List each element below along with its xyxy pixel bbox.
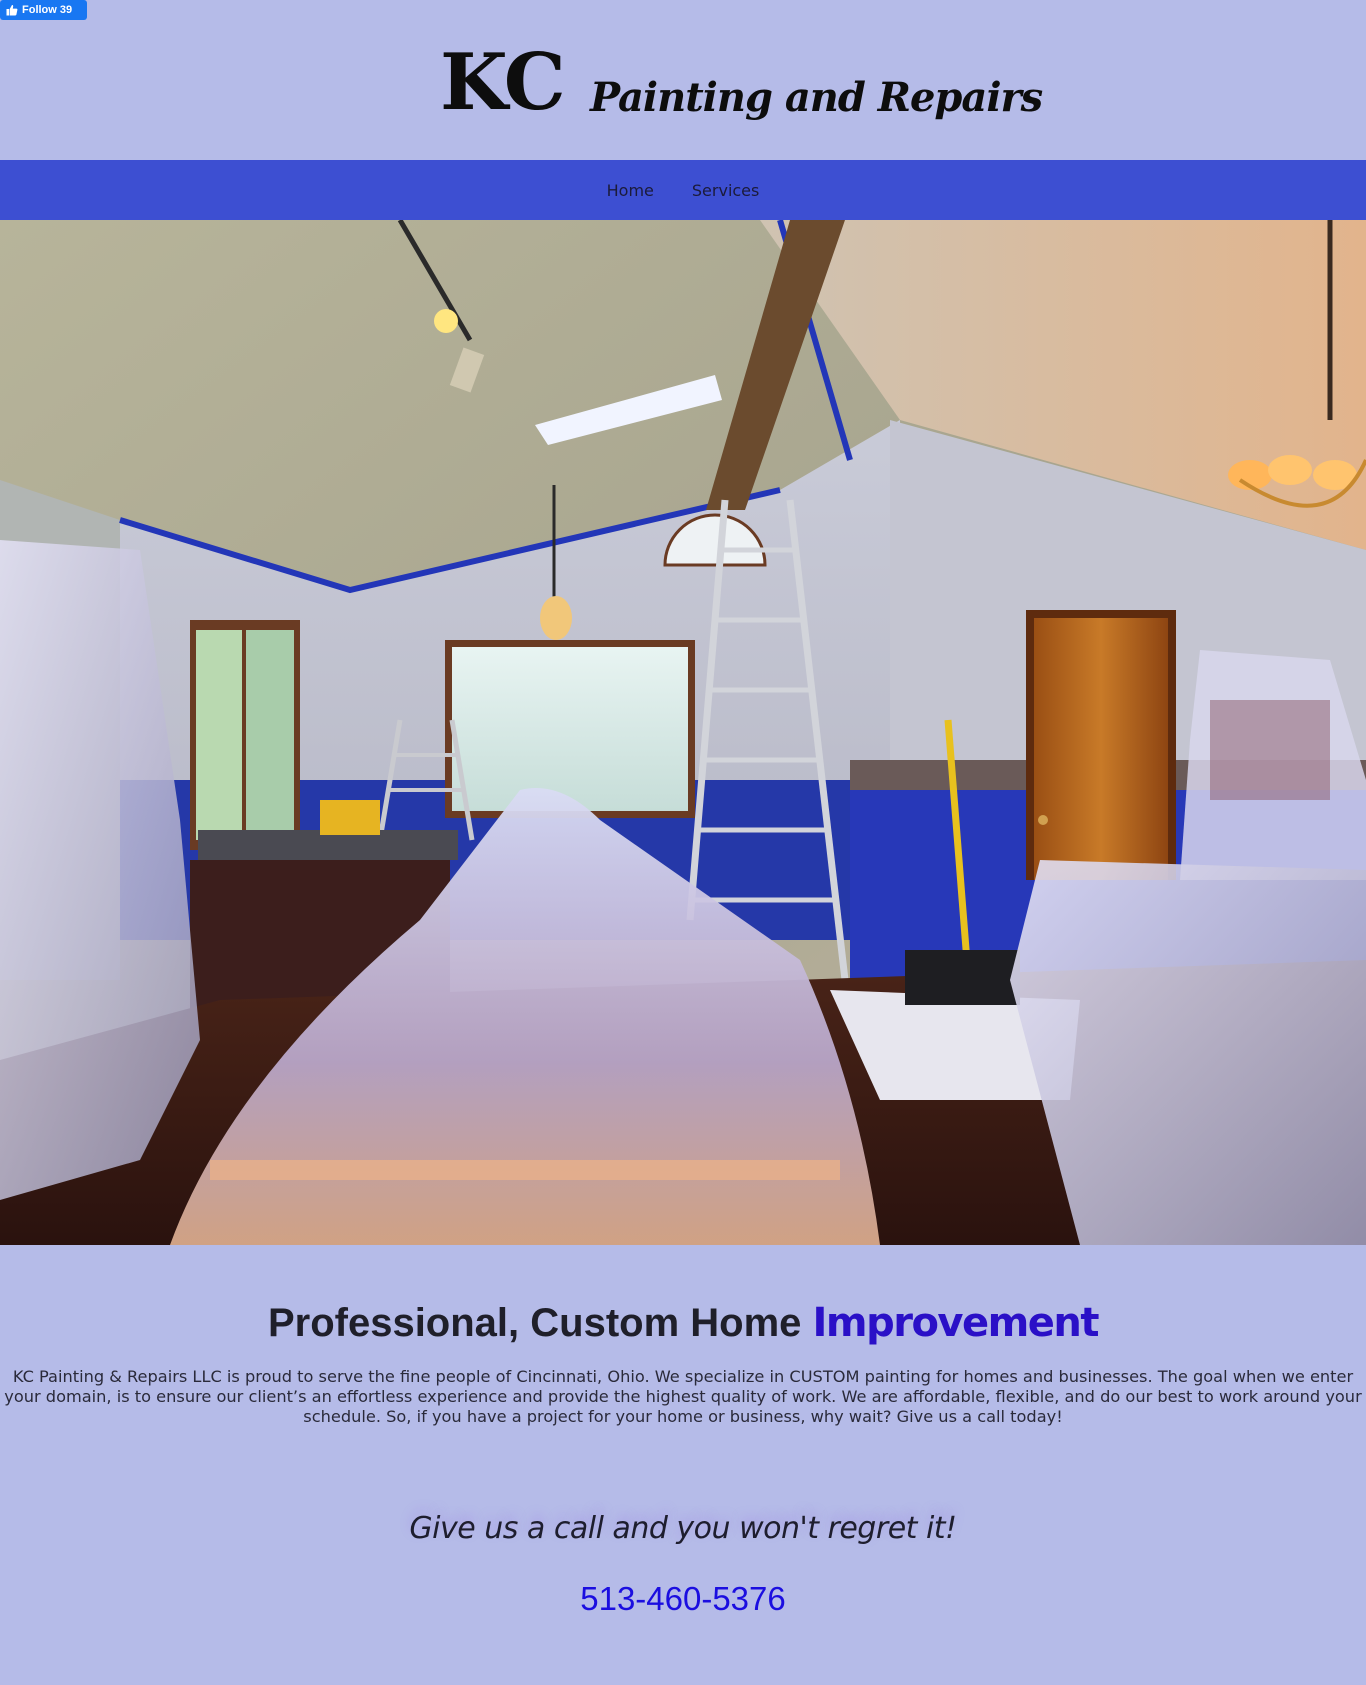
main-heading-accent: Improvement <box>812 1300 1100 1346</box>
nav-item-home[interactable]: Home <box>588 173 673 208</box>
nav-item-services[interactable]: Services <box>673 173 778 208</box>
main-heading-text: Professional, Custom Home <box>267 1301 802 1345</box>
hero-image <box>0 220 1366 1245</box>
logo-tagline: Painting and Repairs <box>590 74 1043 121</box>
intro-paragraph: KC Painting & Repairs LLC is proud to se… <box>4 1367 1362 1426</box>
site-header: KC Painting and Repairs <box>0 0 1366 160</box>
interior-painting-photo <box>0 220 1366 1245</box>
phone-link[interactable]: 513-460-5376 <box>0 1580 1366 1618</box>
call-tagline: Give us a call and you won't regret it! <box>409 1511 957 1546</box>
main-heading: Professional, Custom Home Improvement <box>0 1300 1366 1346</box>
logo-kc[interactable]: KC <box>440 44 566 122</box>
main-nav: Home Services <box>0 160 1366 220</box>
